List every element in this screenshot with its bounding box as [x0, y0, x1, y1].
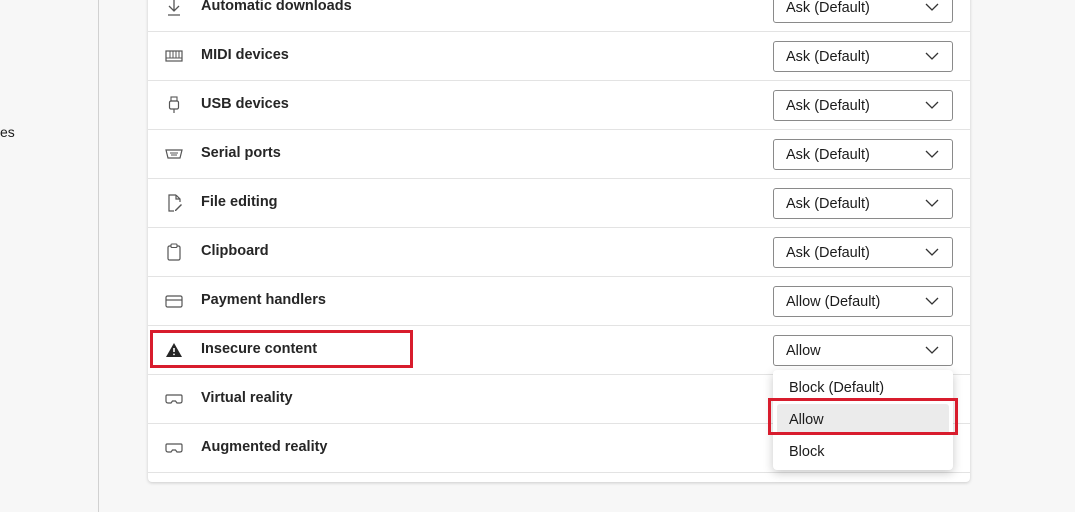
permission-label: Serial ports	[201, 145, 281, 161]
permission-row-midi-devices: MIDI devices Ask (Default)	[148, 32, 970, 81]
select-value: Ask (Default)	[786, 98, 870, 114]
payment-card-icon	[165, 292, 183, 310]
select-value: Ask (Default)	[786, 245, 870, 261]
highlight-allow-option	[768, 398, 958, 435]
chevron-down-icon	[925, 3, 939, 11]
permission-select[interactable]: Ask (Default)	[773, 188, 953, 219]
permission-label: Augmented reality	[201, 439, 328, 455]
select-value: Ask (Default)	[786, 196, 870, 212]
permission-label: Virtual reality	[201, 390, 293, 406]
chevron-down-icon	[925, 101, 939, 109]
permission-row-clipboard: Clipboard Ask (Default)	[148, 228, 970, 277]
permission-row-usb-devices: USB devices Ask (Default)	[148, 81, 970, 130]
chevron-down-icon	[925, 248, 939, 256]
clipboard-icon	[165, 243, 183, 261]
permission-select[interactable]: Ask (Default)	[773, 237, 953, 268]
chevron-down-icon	[925, 297, 939, 305]
select-value: Ask (Default)	[786, 147, 870, 163]
permission-row-file-editing: File editing Ask (Default)	[148, 179, 970, 228]
permission-select[interactable]: Allow (Default)	[773, 286, 953, 317]
select-value: Allow (Default)	[786, 294, 881, 310]
permission-select[interactable]: Ask (Default)	[773, 0, 953, 23]
permission-select[interactable]: Ask (Default)	[773, 90, 953, 121]
chevron-down-icon	[925, 52, 939, 60]
select-value: Ask (Default)	[786, 0, 870, 16]
permission-select[interactable]: Allow	[773, 335, 953, 366]
permission-row-serial-ports: Serial ports Ask (Default)	[148, 130, 970, 179]
chevron-down-icon	[925, 346, 939, 354]
permission-row-payment-handlers: Payment handlers Allow (Default)	[148, 277, 970, 326]
chevron-down-icon	[925, 150, 939, 158]
serial-port-icon	[165, 145, 183, 163]
usb-icon	[165, 96, 183, 114]
midi-keyboard-icon	[165, 47, 183, 65]
permission-label: USB devices	[201, 96, 289, 112]
permission-label: File editing	[201, 194, 278, 210]
download-icon	[165, 0, 183, 16]
permission-row-automatic-downloads: Automatic downloads Ask (Default)	[148, 0, 970, 32]
chevron-down-icon	[925, 199, 939, 207]
highlight-insecure-content-label	[150, 330, 413, 368]
select-value: Allow	[786, 343, 821, 359]
permission-label: Clipboard	[201, 243, 269, 259]
left-navigation-pane: es	[0, 0, 99, 512]
ar-headset-icon	[165, 439, 183, 457]
permission-label: Payment handlers	[201, 292, 326, 308]
select-value: Ask (Default)	[786, 49, 870, 65]
file-edit-icon	[165, 194, 183, 212]
permission-label: MIDI devices	[201, 47, 289, 63]
vr-headset-icon	[165, 390, 183, 408]
nav-partial-text[interactable]: es	[0, 124, 15, 140]
dropdown-option-block[interactable]: Block	[773, 436, 953, 466]
permission-select[interactable]: Ask (Default)	[773, 139, 953, 170]
permission-label: Automatic downloads	[201, 0, 352, 14]
permission-select[interactable]: Ask (Default)	[773, 41, 953, 72]
